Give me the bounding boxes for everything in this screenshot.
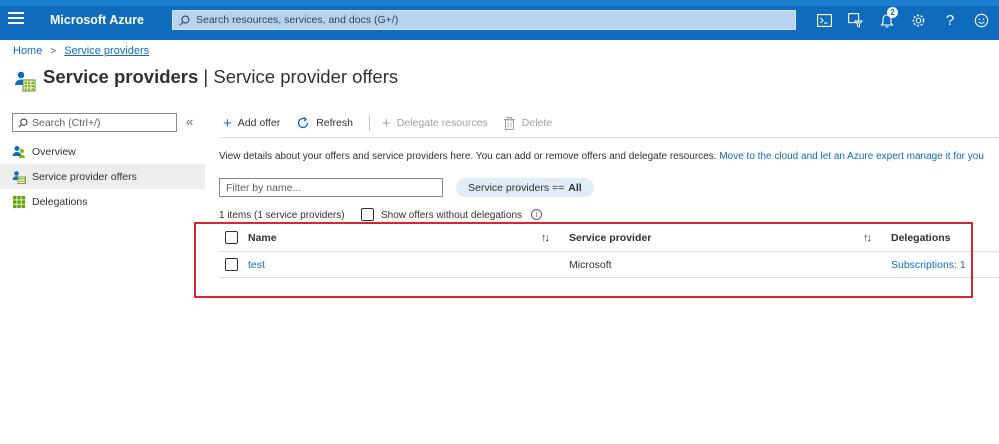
show-offers-label: Show offers without delegations [381,210,523,221]
sidebar-item-label: Service provider offers [32,170,137,183]
refresh-icon [298,117,309,129]
delete-label: Delete [521,117,553,129]
page-title-sub: Service provider offers [213,66,399,87]
toolbar-divider [368,115,370,131]
service-providers-filter-pill[interactable]: Service providers == All [456,178,594,197]
sidebar-item-overview[interactable]: Overview [0,139,205,164]
delete-button[interactable]: Delete [503,116,553,130]
add-offer-label: Add offer [237,117,281,129]
chevron-right-icon: > [50,45,57,57]
brand-title[interactable]: Microsoft Azure [50,13,144,27]
search-icon [179,15,190,25]
service-provider-icon [12,170,26,184]
command-bar: + Add offer Refresh + Delegate resources… [223,113,568,133]
cloud-shell-icon[interactable] [814,10,834,30]
items-count: 1 items (1 service providers) [219,210,345,221]
sidebar-item-label: Overview [32,145,76,158]
people-icon [12,145,25,158]
toolbar-divider-line [219,137,999,138]
plus-icon: + [381,114,391,132]
plus-icon: + [223,114,232,132]
filter-pill-label: Service providers == [468,181,565,194]
search-icon [18,118,28,128]
info-icon[interactable]: i [531,209,542,220]
notification-badge: 2 [887,7,898,18]
breadcrumb: Home > Service providers [13,45,149,57]
page-description: View details about your offers and servi… [219,151,984,162]
sidebar-item-delegations[interactable]: Delegations [0,189,205,214]
delegate-resources-button[interactable]: + Delegate resources [382,116,488,131]
filter-by-name-input[interactable] [219,178,443,197]
refresh-label: Refresh [316,117,353,129]
collapse-nav-icon[interactable]: « [186,114,193,129]
refresh-button[interactable]: Refresh [296,116,353,130]
azure-expert-link[interactable]: Move to the cloud and let an Azure exper… [719,151,984,162]
global-search-input[interactable] [196,14,786,26]
feedback-icon[interactable] [972,10,992,30]
breadcrumb-service-providers[interactable]: Service providers [64,45,149,57]
nav-search-input[interactable] [32,116,172,129]
directory-filter-icon[interactable] [846,10,866,30]
notification-icon[interactable]: 2 [877,7,898,30]
breadcrumb-home[interactable]: Home [13,45,42,57]
trash-icon [503,116,515,130]
add-offer-button[interactable]: + Add offer [223,116,280,131]
page-title: Service providers | Service provider off… [43,66,398,88]
page-title-main: Service providers [43,66,199,87]
grid-icon [13,195,26,208]
settings-icon[interactable] [909,10,929,30]
nav-search-box[interactable] [12,113,177,132]
description-text: View details about your offers and servi… [219,151,717,162]
delegate-resources-label: Delegate resources [396,117,488,129]
menu-icon[interactable] [8,12,24,28]
show-offers-without-delegations-checkbox[interactable] [361,208,374,221]
service-provider-icon [15,71,36,92]
global-search-box[interactable] [172,10,796,30]
highlight-box [194,222,973,298]
top-bar: Microsoft Azure 2 ? [0,0,999,40]
filter-pill-value: All [568,181,582,194]
page-title-separator: | [198,66,214,87]
help-icon[interactable]: ? [940,10,960,30]
sidebar-item-service-provider-offers[interactable]: Service provider offers [0,164,205,189]
sidebar-item-label: Delegations [32,195,88,208]
